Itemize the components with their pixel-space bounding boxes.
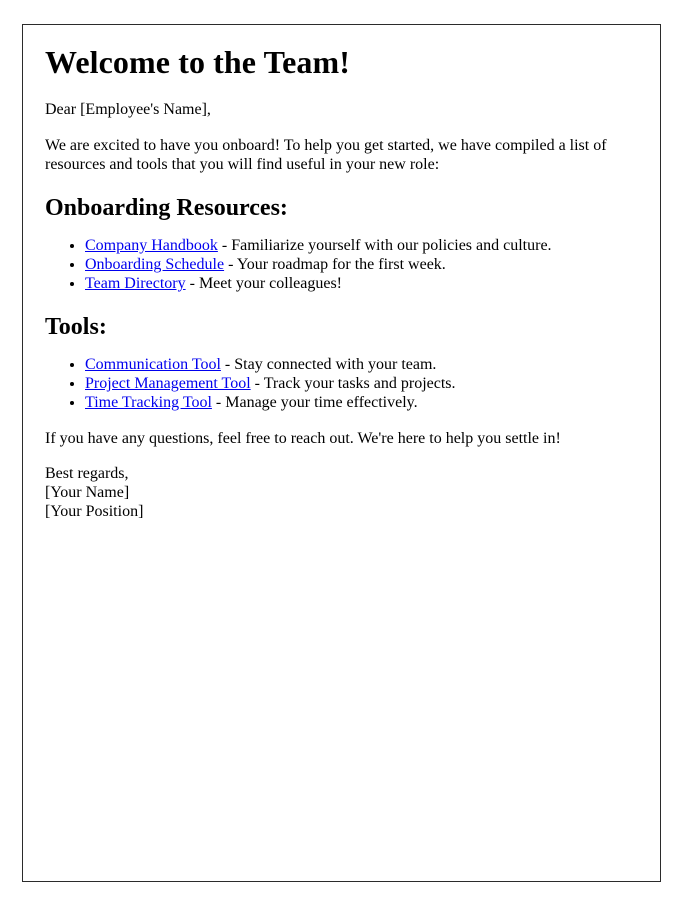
intro-paragraph: We are excited to have you onboard! To h… xyxy=(45,136,638,174)
page-title: Welcome to the Team! xyxy=(45,46,638,79)
list-item: Communication Tool - Stay connected with… xyxy=(85,355,638,374)
link-onboarding-schedule[interactable]: Onboarding Schedule xyxy=(85,256,224,273)
signature-salutation: Best regards, xyxy=(45,465,129,482)
link-team-directory[interactable]: Team Directory xyxy=(85,275,186,292)
list-item-description: - Your roadmap for the first week. xyxy=(224,256,446,273)
signature-block: Best regards, [Your Name] [Your Position… xyxy=(45,464,638,521)
closing-paragraph: If you have any questions, feel free to … xyxy=(45,429,638,448)
link-project-management-tool[interactable]: Project Management Tool xyxy=(85,375,251,392)
list-item-description: - Track your tasks and projects. xyxy=(251,375,456,392)
signature-position: [Your Position] xyxy=(45,503,143,520)
document-body: Welcome to the Team! Dear [Employee's Na… xyxy=(23,25,660,521)
list-item-description: - Manage your time effectively. xyxy=(212,394,418,411)
link-company-handbook[interactable]: Company Handbook xyxy=(85,237,218,254)
signature-name: [Your Name] xyxy=(45,484,129,501)
list-item: Project Management Tool - Track your tas… xyxy=(85,374,638,393)
link-communication-tool[interactable]: Communication Tool xyxy=(85,356,221,373)
document-page-border: Welcome to the Team! Dear [Employee's Na… xyxy=(22,24,661,882)
list-item-description: - Stay connected with your team. xyxy=(221,356,437,373)
list-item: Onboarding Schedule - Your roadmap for t… xyxy=(85,255,638,274)
link-time-tracking-tool[interactable]: Time Tracking Tool xyxy=(85,394,212,411)
section-heading-onboarding-resources: Onboarding Resources: xyxy=(45,196,638,221)
greeting-text: Dear [Employee's Name], xyxy=(45,100,638,119)
list-item-description: - Meet your colleagues! xyxy=(186,275,342,292)
list-item: Team Directory - Meet your colleagues! xyxy=(85,274,638,293)
list-item: Time Tracking Tool - Manage your time ef… xyxy=(85,393,638,412)
list-item: Company Handbook - Familiarize yourself … xyxy=(85,236,638,255)
onboarding-resources-list: Company Handbook - Familiarize yourself … xyxy=(45,236,638,293)
tools-list: Communication Tool - Stay connected with… xyxy=(45,355,638,412)
section-heading-tools: Tools: xyxy=(45,315,638,340)
list-item-description: - Familiarize yourself with our policies… xyxy=(218,237,552,254)
